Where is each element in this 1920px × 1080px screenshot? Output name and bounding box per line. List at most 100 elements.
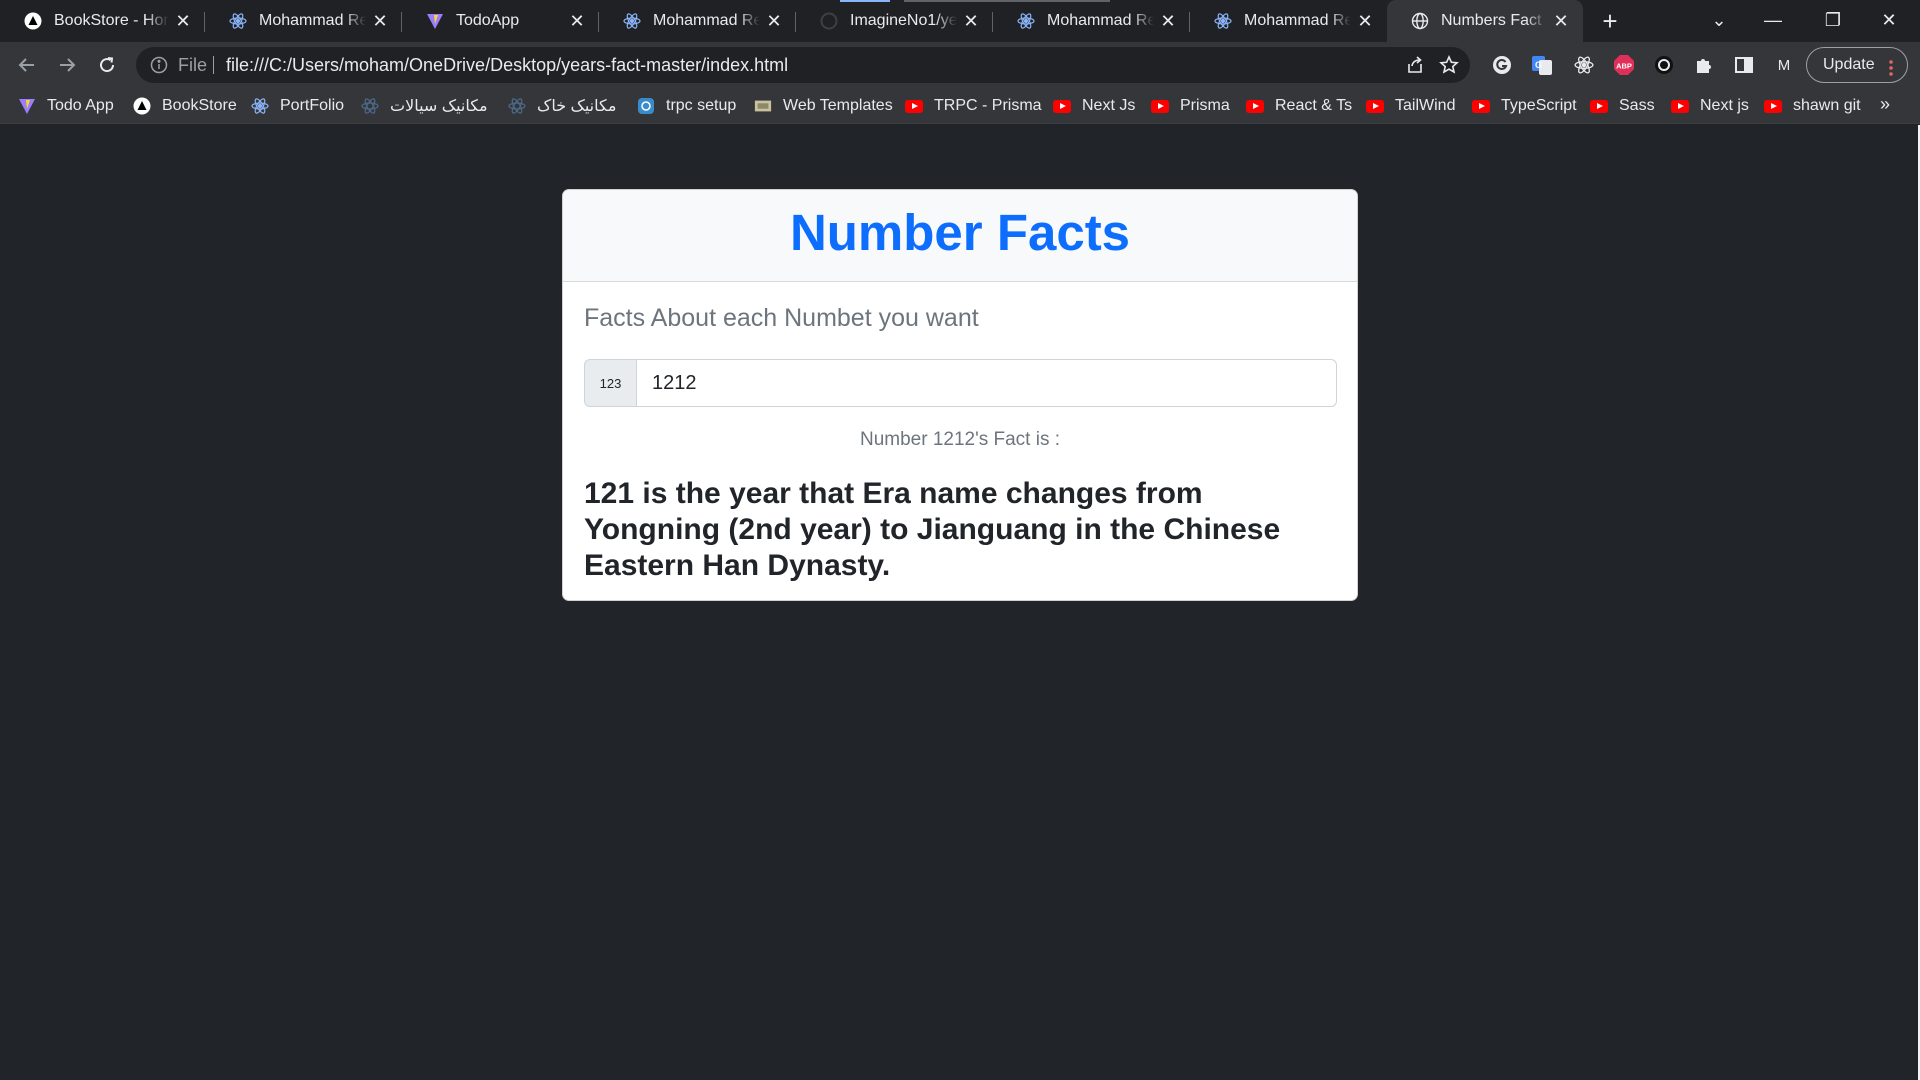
bookmark-shawn-git[interactable]: shawn git: [1764, 88, 1861, 124]
youtube-icon: [905, 97, 923, 115]
close-icon[interactable]: ✕: [961, 11, 981, 31]
google-translate-icon[interactable]: G: [1530, 53, 1554, 77]
bookmark-label: React & Ts: [1275, 97, 1353, 114]
bookmark-react-ts[interactable]: React & Ts: [1246, 88, 1352, 124]
page-title: Number Facts: [789, 204, 1131, 261]
reload-icon: [100, 57, 115, 73]
abp-label: ABP: [1616, 62, 1632, 71]
bookmark-portfolio[interactable]: PortFolio: [251, 88, 344, 124]
bookmark-label: مکانیک سیالات: [390, 98, 488, 115]
tab-title: Mohammad Rezvani: [1047, 12, 1154, 29]
youtube-icon: [1472, 97, 1490, 115]
bookmark-web-templates[interactable]: Web Templates: [754, 88, 893, 124]
svg-text:G: G: [1535, 60, 1542, 70]
react-faded-icon: [361, 97, 379, 115]
close-icon[interactable]: ✕: [764, 11, 784, 31]
react-faded-icon: [508, 97, 526, 115]
bookmark-next-js-2[interactable]: Next js: [1671, 88, 1749, 124]
address-bar[interactable]: File file:///C:/Users/moham/OneDrive/Des…: [136, 47, 1470, 83]
site-info-icon[interactable]: [150, 56, 168, 74]
window-close-button[interactable]: ✕: [1862, 0, 1916, 40]
bookmark-todo-app[interactable]: Todo App: [18, 88, 114, 124]
number-input[interactable]: [636, 359, 1337, 407]
close-icon[interactable]: ✕: [173, 11, 193, 31]
back-button[interactable]: [12, 50, 42, 80]
tab-mohammad-rezvani-4[interactable]: Mohammad Rezvani ✕: [1190, 0, 1387, 42]
youtube-icon: [1366, 97, 1384, 115]
close-icon[interactable]: ✕: [567, 11, 587, 31]
tab-title: ImagineNo1/years-fact: [850, 12, 957, 29]
bookmark-bookstore[interactable]: BookStore: [133, 88, 237, 124]
url-divider: [213, 56, 214, 74]
bookmark-label: Todo App: [47, 97, 114, 114]
react-icon: [1214, 12, 1232, 30]
extension-dark-icon[interactable]: [1652, 53, 1676, 77]
close-icon[interactable]: ✕: [370, 11, 390, 31]
trpc-icon: [637, 97, 655, 115]
bookmark-next-js[interactable]: Next Js: [1053, 88, 1135, 124]
side-panel-icon[interactable]: [1732, 53, 1756, 77]
tab-mohammad-rezvani-2[interactable]: Mohammad Rezvani ✕: [599, 0, 796, 42]
tab-imagineno1-years-fact[interactable]: ImagineNo1/years-fact ✕: [796, 0, 993, 42]
close-icon[interactable]: ✕: [1355, 11, 1375, 31]
share-icon[interactable]: [1404, 55, 1426, 75]
tab-mohammad-rezvani-3[interactable]: Mohammad Rezvani ✕: [993, 0, 1190, 42]
adblock-plus-icon[interactable]: ABP: [1612, 53, 1636, 77]
close-icon[interactable]: ✕: [1551, 11, 1571, 31]
url-text[interactable]: file:///C:/Users/moham/OneDrive/Desktop/…: [226, 47, 788, 83]
bookstore-icon: [133, 97, 151, 115]
react-icon: [623, 12, 641, 30]
youtube-icon: [1246, 97, 1264, 115]
bookmark-star-icon[interactable]: [1438, 55, 1460, 75]
update-button[interactable]: Update: [1806, 47, 1908, 83]
tab-mohammad-rezvani-1[interactable]: Mohammad Rezvani ✕: [205, 0, 402, 42]
restore-button[interactable]: ❐: [1806, 0, 1860, 40]
tab-title: TodoApp: [456, 12, 520, 29]
bookmark-trpc-setup[interactable]: trpc setup: [637, 88, 736, 124]
react-devtools-icon[interactable]: [1572, 53, 1596, 77]
bookmark-label: TRPC - Prisma: [934, 97, 1042, 114]
number-input-group: 123: [584, 359, 1337, 407]
react-icon: [229, 12, 247, 30]
tab-strip: BookStore - Home ✕ Mohammad Rezvani ✕ To…: [0, 0, 1920, 42]
bookmark-sass[interactable]: Sass: [1590, 88, 1655, 124]
extensions-puzzle-icon[interactable]: [1692, 53, 1716, 77]
close-icon[interactable]: ✕: [1158, 11, 1178, 31]
bookmark-label: Web Templates: [783, 97, 893, 114]
bookmark-trpc-prisma[interactable]: TRPC - Prisma: [905, 88, 1042, 124]
bookmark-label: Next Js: [1082, 97, 1136, 114]
bookmark-label: PortFolio: [280, 97, 345, 114]
result-label: Number 1212's Fact is :: [859, 429, 1061, 450]
bookmark-label: BookStore: [162, 97, 237, 114]
profile-avatar[interactable]: M: [1772, 53, 1796, 77]
bookmark-tailwind[interactable]: TailWind: [1366, 88, 1455, 124]
grammarly-extension-icon[interactable]: [1490, 53, 1514, 77]
bookmark-fluid-mechanics[interactable]: مکانیک سیالات: [361, 88, 488, 124]
github-icon: [820, 12, 838, 30]
minimize-button[interactable]: —: [1746, 0, 1800, 40]
bookmarks-overflow-chevron-icon[interactable]: »: [1880, 94, 1890, 115]
number-input-addon: 123: [584, 359, 636, 407]
new-tab-button[interactable]: +: [1596, 8, 1624, 36]
tab-title: Numbers Fact: [1441, 12, 1542, 29]
bookmark-typescript[interactable]: TypeScript: [1472, 88, 1577, 124]
bookmark-label: trpc setup: [666, 97, 737, 114]
youtube-icon: [1590, 97, 1608, 115]
tab-todoapp[interactable]: TodoApp ✕: [402, 0, 599, 42]
tab-title: BookStore - Home: [54, 12, 169, 29]
tab-numbers-fact[interactable]: Numbers Fact ✕: [1387, 0, 1583, 42]
forward-button[interactable]: [52, 50, 82, 80]
reload-button[interactable]: [92, 50, 122, 80]
bookmark-prisma[interactable]: Prisma: [1151, 88, 1230, 124]
number-facts-card: Number Facts Facts About each Numbet you…: [562, 189, 1358, 601]
kebab-menu-icon[interactable]: [1889, 56, 1893, 76]
folder-image-icon: [754, 97, 772, 115]
bookmark-soil-mechanics[interactable]: مکانیک خاک: [508, 88, 616, 124]
bookmark-label: Next js: [1700, 97, 1749, 114]
tab-title: Mohammad Rezvani: [653, 12, 760, 29]
tab-search-icon[interactable]: ⌄: [1692, 0, 1746, 40]
tab-bookstore[interactable]: BookStore - Home ✕: [0, 0, 205, 42]
youtube-icon: [1053, 97, 1071, 115]
update-label: Update: [1823, 56, 1875, 73]
bookmark-label: Prisma: [1180, 97, 1230, 114]
